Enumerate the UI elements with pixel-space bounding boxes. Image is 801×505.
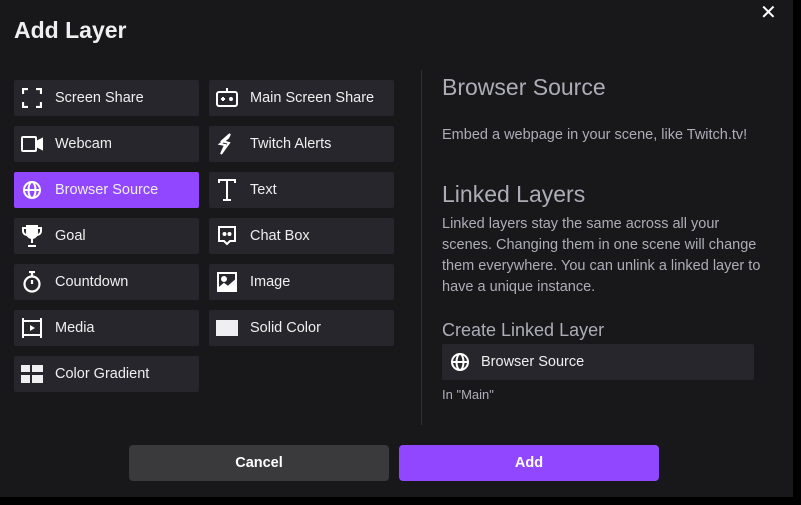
webcam-icon <box>21 133 43 155</box>
globe-icon <box>21 179 43 201</box>
layer-tile-countdown[interactable]: Countdown <box>14 264 199 300</box>
layer-tile-main-screen-share[interactable]: Main Screen Share <box>209 80 394 116</box>
layer-tile-goal[interactable]: Goal <box>14 218 199 254</box>
layer-tile-label: Countdown <box>55 274 129 290</box>
layer-tile-webcam[interactable]: Webcam <box>14 126 199 162</box>
layer-tile-solid-color[interactable]: Solid Color <box>209 310 394 346</box>
game-controller-icon <box>216 87 238 109</box>
layer-tile-label: Color Gradient <box>55 366 150 382</box>
layer-tile-image[interactable]: Image <box>209 264 394 300</box>
linked-layer-label: Browser Source <box>481 354 585 370</box>
scene-note: In "Main" <box>442 387 494 402</box>
close-icon[interactable]: ✕ <box>760 0 777 25</box>
layer-tile-label: Webcam <box>55 136 112 152</box>
layer-tile-label: Screen Share <box>55 90 144 106</box>
layer-tile-twitch-alerts[interactable]: Twitch Alerts <box>209 126 394 162</box>
layer-tile-text[interactable]: Text <box>209 172 394 208</box>
image-icon <box>216 271 238 293</box>
detail-description: Embed a webpage in your scene, like Twit… <box>442 127 748 143</box>
linked-layer-option[interactable]: Browser Source <box>442 344 754 380</box>
gradient-grid-icon <box>21 363 43 385</box>
layer-tile-label: Browser Source <box>55 182 159 198</box>
layer-tile-label: Chat Box <box>250 228 310 244</box>
layer-tile-browser-source[interactable]: Browser Source <box>14 172 199 208</box>
add-button[interactable]: Add <box>399 445 659 481</box>
trophy-icon <box>21 225 43 247</box>
chat-icon <box>216 225 238 247</box>
linked-layers-heading: Linked Layers <box>442 181 586 207</box>
globe-icon <box>450 352 470 372</box>
dialog-title: Add Layer <box>14 17 127 43</box>
divider <box>421 70 422 425</box>
layer-tile-chat-box[interactable]: Chat Box <box>209 218 394 254</box>
media-icon <box>21 317 43 339</box>
detail-title: Browser Source <box>442 74 606 100</box>
layer-tile-screen-share[interactable]: Screen Share <box>14 80 199 116</box>
layer-tile-label: Text <box>250 182 277 198</box>
layer-tile-media[interactable]: Media <box>14 310 199 346</box>
create-linked-layer-heading: Create Linked Layer <box>442 320 605 340</box>
stopwatch-icon <box>21 271 43 293</box>
add-layer-dialog: Add Layer ✕ Screen Share Main Screen Shar… <box>0 0 793 497</box>
layer-tile-color-gradient[interactable]: Color Gradient <box>14 356 199 392</box>
layer-tile-label: Media <box>55 320 95 336</box>
layer-tile-label: Image <box>250 274 291 290</box>
solid-color-icon <box>216 317 238 339</box>
screen-share-icon <box>21 87 43 109</box>
layer-tile-label: Solid Color <box>250 320 321 336</box>
layer-tile-label: Main Screen Share <box>250 90 375 106</box>
text-icon <box>216 179 238 201</box>
layer-tile-label: Twitch Alerts <box>250 136 332 152</box>
cancel-button[interactable]: Cancel <box>129 445 389 481</box>
alert-bolt-icon <box>216 133 238 155</box>
linked-layers-text: Linked layers stay the same across all y… <box>442 216 761 295</box>
layer-tile-label: Goal <box>55 228 86 244</box>
